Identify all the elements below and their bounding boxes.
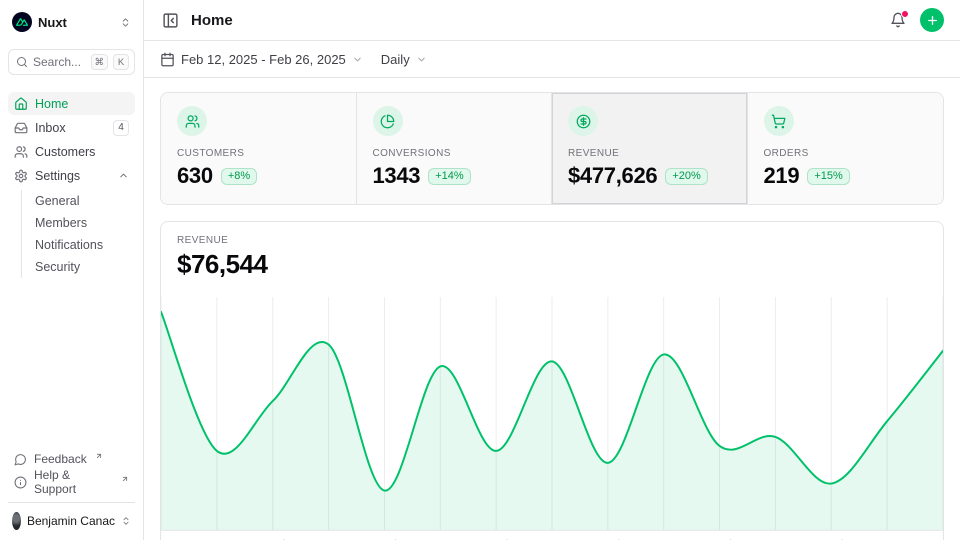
revenue-area-chart[interactable]: 14 Feb16 Feb18 Feb20 Feb22 Feb24 Feb	[161, 297, 943, 540]
sidebar-item-general[interactable]: General	[35, 190, 135, 212]
feedback-link[interactable]: Feedback	[8, 448, 135, 470]
main-panel: Home Feb 12, 2025 - Feb 26, 2025	[144, 0, 960, 540]
panel-left-close-icon	[162, 12, 179, 29]
stat-card-conversions[interactable]: CONVERSIONS 1343 +14%	[357, 93, 553, 204]
inbox-count-badge: 4	[113, 120, 129, 136]
plus-icon	[926, 14, 939, 27]
date-range-picker[interactable]: Feb 12, 2025 - Feb 26, 2025	[160, 52, 363, 67]
add-button[interactable]	[920, 8, 944, 32]
team-switcher[interactable]: Nuxt	[8, 10, 135, 34]
kbd-cmd: ⌘	[91, 54, 109, 70]
user-name: Benjamin Canac	[27, 514, 115, 528]
help-support-link[interactable]: Help & Support	[8, 471, 135, 493]
cart-icon	[764, 106, 794, 136]
sidebar-item-members[interactable]: Members	[35, 212, 135, 234]
user-menu[interactable]: Benjamin Canac	[8, 502, 135, 530]
search-input[interactable]: Search... ⌘ K	[8, 49, 135, 75]
sidebar-item-label: Inbox	[35, 121, 66, 135]
feedback-label: Feedback	[34, 452, 87, 466]
chart-current-value: $76,544	[177, 249, 927, 280]
users-icon	[14, 145, 28, 159]
chevrons-up-down-icon	[121, 516, 131, 526]
notification-dot	[901, 10, 909, 18]
date-range-value: Feb 12, 2025 - Feb 26, 2025	[181, 52, 346, 67]
period-value: Daily	[381, 52, 410, 67]
nuxt-logo-icon	[12, 12, 32, 32]
sidebar-item-settings[interactable]: Settings	[8, 164, 135, 187]
sidebar-item-label: Home	[35, 97, 68, 111]
collapse-sidebar-button[interactable]	[160, 10, 181, 31]
stats-row: CUSTOMERS 630 +8% CONVERSIONS 1343 +14%	[160, 92, 944, 205]
search-icon	[16, 56, 28, 68]
header-actions	[888, 8, 944, 32]
dashboard-content: CUSTOMERS 630 +8% CONVERSIONS 1343 +14%	[144, 78, 960, 540]
sidebar-item-label: Settings	[35, 169, 80, 183]
sidebar-item-customers[interactable]: Customers	[8, 140, 135, 163]
filters-toolbar: Feb 12, 2025 - Feb 26, 2025 Daily	[144, 41, 960, 78]
calendar-icon	[160, 52, 175, 67]
external-link-icon	[95, 452, 103, 460]
period-select[interactable]: Daily	[381, 52, 427, 67]
sidebar-item-home[interactable]: Home	[8, 92, 135, 115]
settings-submenu: General Members Notifications Security	[21, 190, 135, 278]
sidebar-nav: Home Inbox 4 Customers Settings Genera	[8, 92, 135, 280]
stat-label: ORDERS	[764, 148, 928, 159]
sidebar-item-security[interactable]: Security	[35, 256, 135, 278]
sidebar-spacer	[8, 280, 135, 448]
stat-label: CUSTOMERS	[177, 148, 340, 159]
avatar	[12, 512, 21, 530]
kbd-k: K	[113, 54, 129, 70]
sidebar-item-inbox[interactable]: Inbox 4	[8, 116, 135, 139]
sidebar-footer: Feedback Help & Support	[8, 448, 135, 493]
pie-chart-icon	[373, 106, 403, 136]
stat-label: REVENUE	[568, 148, 731, 159]
chevron-down-icon	[352, 54, 363, 65]
external-link-icon	[121, 475, 129, 483]
help-support-label: Help & Support	[34, 468, 113, 496]
stat-change-badge: +8%	[221, 168, 257, 185]
chevron-down-icon	[416, 54, 427, 65]
notifications-button[interactable]	[888, 10, 908, 30]
stat-card-revenue[interactable]: REVENUE $477,626 +20%	[552, 93, 748, 204]
users-icon	[177, 106, 207, 136]
stat-change-badge: +20%	[665, 168, 707, 185]
sidebar-item-notifications[interactable]: Notifications	[35, 234, 135, 256]
inbox-icon	[14, 121, 28, 135]
chart-plot-area[interactable]: 14 Feb16 Feb18 Feb20 Feb22 Feb24 Feb	[161, 297, 943, 540]
message-circle-icon	[14, 453, 27, 466]
dollar-circle-icon	[568, 106, 598, 136]
stat-card-orders[interactable]: ORDERS 219 +15%	[748, 93, 944, 204]
chevrons-up-down-icon	[120, 17, 131, 28]
chart-title: REVENUE	[177, 235, 927, 246]
sidebar: Nuxt Search... ⌘ K Home Inbox 4	[0, 0, 144, 540]
stat-change-badge: +15%	[807, 168, 849, 185]
stat-label: CONVERSIONS	[373, 148, 536, 159]
sidebar-item-label: Customers	[35, 145, 95, 159]
chart-header: REVENUE $76,544	[161, 235, 943, 280]
team-name: Nuxt	[38, 15, 67, 30]
stat-value: 1343	[373, 163, 421, 189]
search-placeholder: Search...	[33, 55, 86, 69]
home-icon	[14, 97, 28, 111]
stat-card-customers[interactable]: CUSTOMERS 630 +8%	[161, 93, 357, 204]
stat-value: 630	[177, 163, 213, 189]
stat-value: $477,626	[568, 163, 657, 189]
chevron-up-icon	[118, 170, 129, 181]
stat-value: 219	[764, 163, 800, 189]
info-circle-icon	[14, 476, 27, 489]
stat-change-badge: +14%	[428, 168, 470, 185]
revenue-chart-card: REVENUE $76,544 14 Feb16 Feb18 Feb20 Feb…	[160, 221, 944, 540]
page-title: Home	[191, 12, 233, 29]
page-header: Home	[144, 0, 960, 41]
gear-icon	[14, 169, 28, 183]
